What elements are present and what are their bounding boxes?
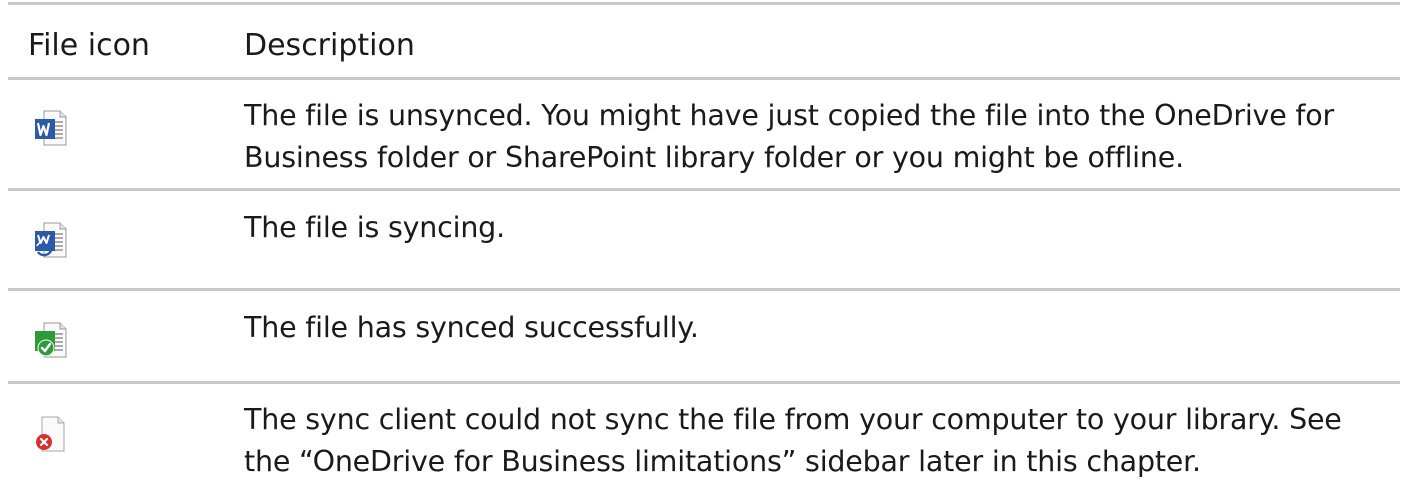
- row-1-rule: [8, 188, 1400, 191]
- header-file-icon: File icon: [28, 28, 150, 63]
- row-3-description-line-1: The file has synced successfully.: [244, 311, 699, 344]
- doc-sync-error-icon: [34, 416, 68, 456]
- row-2-rule: [8, 288, 1400, 291]
- word-doc-syncing-icon: [34, 222, 68, 262]
- word-doc-unsynced-icon: [34, 110, 68, 150]
- row-4-description-line-1: The sync client could not sync the file …: [244, 403, 1342, 436]
- table-top-rule: [8, 2, 1400, 5]
- row-1-description-line-1: The file is unsynced. You might have jus…: [244, 99, 1335, 132]
- row-3-rule: [8, 381, 1400, 384]
- row-1-description-line-2: Business folder or SharePoint library fo…: [244, 141, 1184, 174]
- header-rule: [8, 77, 1400, 80]
- row-2-description-line-1: The file is syncing.: [244, 211, 505, 244]
- header-description: Description: [244, 28, 415, 63]
- row-4-description-line-2: the “OneDrive for Business limitations” …: [244, 445, 1201, 478]
- word-doc-synced-icon: [34, 322, 68, 362]
